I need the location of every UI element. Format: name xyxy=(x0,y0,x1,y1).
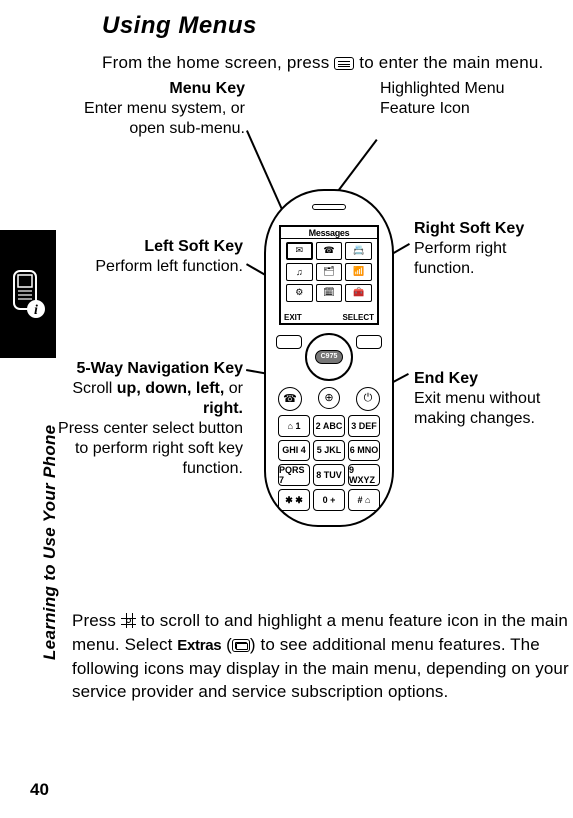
nav-ring: C975 xyxy=(305,333,353,381)
menu-icon: ☎ xyxy=(316,242,343,260)
page-number: 40 xyxy=(30,780,49,800)
intro-after: to enter the main menu. xyxy=(359,53,543,72)
screen-soft-bar: EXIT SELECT xyxy=(281,313,377,323)
menu-key-icon xyxy=(334,57,354,70)
menu-icon: 🗓 xyxy=(316,284,343,302)
left-soft-key xyxy=(276,335,302,349)
key: 8 TUV xyxy=(313,464,345,486)
extras-icon xyxy=(232,639,250,652)
page-heading: Using Menus xyxy=(102,12,555,40)
key: ✱ ✱ xyxy=(278,489,310,511)
callout-5way-key: 5-Way Navigation Key Scroll up, down, le… xyxy=(48,359,243,479)
key: 2 ABC xyxy=(313,415,345,437)
menu-icon: 🧰 xyxy=(345,284,372,302)
key: 9 WXYZ xyxy=(348,464,380,486)
callout-right-soft-key: Right Soft Key Perform right function. xyxy=(414,219,564,279)
nav-key-icon xyxy=(121,613,136,628)
menu-icon: ♫ xyxy=(286,263,313,281)
callout-left-soft-body: Perform left function. xyxy=(48,257,243,277)
key: PQRS 7 xyxy=(278,464,310,486)
callout-right-soft-title: Right Soft Key xyxy=(414,219,564,239)
key: 5 JKL xyxy=(313,440,345,462)
callout-left-soft-title: Left Soft Key xyxy=(48,237,243,257)
phone-diagram: Menu Key Enter menu system, or open sub-… xyxy=(0,79,573,609)
browser-key: ⊕ xyxy=(318,387,340,409)
menu-icon: 📇 xyxy=(345,242,372,260)
extras-label: Extras xyxy=(177,637,221,654)
screen-title: Messages xyxy=(281,227,377,239)
callout-highlighted-body: Highlighted Menu Feature Icon xyxy=(380,79,540,119)
callout-highlighted-icon: Highlighted Menu Feature Icon xyxy=(380,79,540,119)
end-key: ⏻ xyxy=(356,387,380,411)
send-key: ☎ xyxy=(278,387,302,411)
key: 6 MNO xyxy=(348,440,380,462)
callout-end-key-title: End Key xyxy=(414,369,564,389)
call-keys-row: ☎ ⊕ ⏻ xyxy=(278,387,380,411)
right-soft-key xyxy=(356,335,382,349)
key: GHI 4 xyxy=(278,440,310,462)
callout-end-key-body: Exit menu without making changes. xyxy=(414,389,564,429)
callout-5way-title: 5-Way Navigation Key xyxy=(48,359,243,379)
callout-right-soft-body: Perform right function. xyxy=(414,239,564,279)
earpiece xyxy=(312,204,346,210)
callout-menu-key: Menu Key Enter menu system, or open sub-… xyxy=(65,79,245,139)
phone-screen: Messages ✉ ☎ 📇 ♫ 🗂 📶 ⚙ 🗓 🧰 EXIT SELECT xyxy=(279,225,379,325)
callout-left-soft-key: Left Soft Key Perform left function. xyxy=(48,237,243,277)
menu-icon: 📶 xyxy=(345,263,372,281)
callout-5way-body: Scroll up, down, left, or right. xyxy=(48,379,243,419)
intro-before: From the home screen, press xyxy=(102,53,334,72)
key: 3 DEF xyxy=(348,415,380,437)
body-paragraph: Press to scroll to and highlight a menu … xyxy=(72,609,569,704)
callout-5way-rest: Press center select button to perform ri… xyxy=(48,419,243,479)
key: ⌂ 1 xyxy=(278,415,310,437)
nav-center: C975 xyxy=(315,350,343,364)
menu-icon: ⚙ xyxy=(286,284,313,302)
key: # ⌂ xyxy=(348,489,380,511)
menu-icon-grid: ✉ ☎ 📇 ♫ 🗂 📶 ⚙ 🗓 🧰 xyxy=(281,239,377,305)
intro-text: From the home screen, press to enter the… xyxy=(102,52,555,75)
nav-area: C975 xyxy=(276,333,382,381)
callout-menu-key-title: Menu Key xyxy=(65,79,245,99)
phone-illustration: Messages ✉ ☎ 📇 ♫ 🗂 📶 ⚙ 🗓 🧰 EXIT SELECT C xyxy=(264,189,394,527)
menu-icon: 🗂 xyxy=(316,263,343,281)
menu-icon: ✉ xyxy=(286,242,313,260)
keypad: ⌂ 1 2 ABC 3 DEF GHI 4 5 JKL 6 MNO PQRS 7… xyxy=(278,415,380,511)
key: 0 + xyxy=(313,489,345,511)
callout-end-key: End Key Exit menu without making changes… xyxy=(414,369,564,429)
screen-soft-right: SELECT xyxy=(342,313,374,322)
screen-soft-left: EXIT xyxy=(284,313,302,322)
callout-menu-key-body: Enter menu system, or open sub-menu. xyxy=(65,99,245,139)
